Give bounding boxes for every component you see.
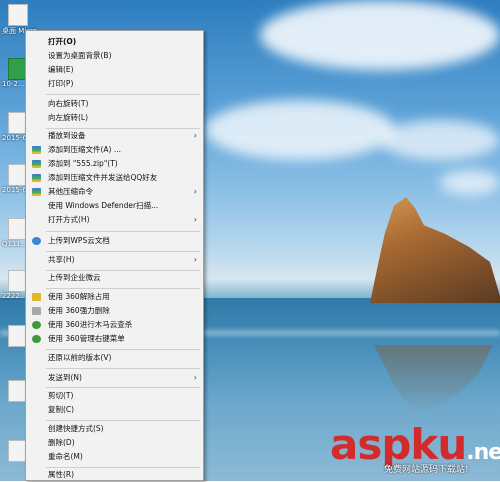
wps-cloud-icon [32, 237, 41, 245]
360-scan-icon [32, 321, 41, 329]
360-menu-icon [32, 335, 41, 343]
menu-item-label: 删除(D) [48, 438, 75, 447]
menu-item-label: 编辑(E) [48, 65, 74, 74]
menu-item-label: 复制(C) [48, 405, 75, 414]
menu-item-set-wallpaper[interactable]: 设置为桌面背景(B) [26, 49, 203, 63]
menu-item-label: 打开方式(H) [48, 215, 90, 224]
menu-item-label: 重命名(M) [48, 452, 83, 461]
menu-item-label: 使用 360强力删除 [48, 306, 110, 315]
menu-item-label: 使用 360管理右键菜单 [48, 334, 125, 343]
submenu-arrow-icon: › [193, 187, 197, 196]
cloud [440, 170, 500, 195]
menu-item-360-scan[interactable]: 使用 360进行木马云查杀 [26, 318, 203, 332]
menu-item-rotate-left[interactable]: 向左旋转(L) [26, 111, 203, 125]
menu-item-share[interactable]: 共享(H) › [26, 253, 203, 267]
menu-item-label: 使用 360解除占用 [48, 292, 110, 301]
menu-item-upload-wps[interactable]: 上传到WPS云文档 [26, 234, 203, 248]
menu-item-360-menu[interactable]: 使用 360管理右键菜单 [26, 332, 203, 346]
menu-item-label: 设置为桌面背景(B) [48, 51, 112, 60]
menu-item-defender-scan[interactable]: 使用 Windows Defender扫描... [26, 199, 203, 213]
menu-item-360-delete[interactable]: 使用 360强力删除 [26, 304, 203, 318]
menu-item-other-compress[interactable]: 其他压缩命令 › [26, 185, 203, 199]
menu-item-label: 上传到WPS云文档 [48, 236, 110, 245]
menu-item-upload-weiyun[interactable]: 上传到企业微云 [26, 271, 203, 285]
menu-item-label: 播放到设备 [48, 131, 86, 140]
zip-icon [32, 174, 41, 182]
cloud [205, 100, 395, 160]
menu-separator [46, 94, 200, 95]
desktop-icon-label: 10-2... [2, 80, 25, 88]
cloud [260, 0, 500, 70]
watermark-tld: .net [466, 440, 500, 465]
menu-separator [46, 231, 200, 232]
menu-item-label: 还原以前的版本(V) [48, 353, 112, 362]
menu-item-360-unlock[interactable]: 使用 360解除占用 [26, 290, 203, 304]
menu-item-label: 添加到压缩文件并发送给QQ好友 [48, 173, 158, 182]
menu-item-label: 添加到压缩文件(A) ... [48, 145, 122, 154]
menu-separator [46, 251, 200, 252]
menu-separator [46, 288, 200, 289]
menu-item-label: 属性(R) [48, 470, 75, 479]
zip-icon [32, 146, 41, 154]
menu-item-label: 上传到企业微云 [48, 273, 101, 282]
context-menu: 打开(O) 设置为桌面背景(B) 编辑(E) 打印(P) 向右旋转(T) 向左旋… [25, 30, 204, 481]
menu-item-edit[interactable]: 编辑(E) [26, 63, 203, 77]
menu-separator [46, 387, 200, 388]
menu-item-label: 剪切(T) [48, 391, 74, 400]
menu-item-label: 使用 Windows Defender扫描... [48, 201, 159, 210]
menu-item-label: 向左旋转(L) [48, 113, 89, 122]
menu-item-open[interactable]: 打开(O) [26, 35, 203, 49]
menu-item-restore-versions[interactable]: 还原以前的版本(V) [26, 351, 203, 365]
menu-item-rotate-right[interactable]: 向右旋转(T) [26, 97, 203, 111]
rock-formation [370, 197, 500, 303]
submenu-arrow-icon: › [193, 131, 197, 140]
desktop-file-icon[interactable] [8, 4, 28, 26]
zip-icon [32, 160, 41, 168]
360-delete-icon [32, 307, 41, 315]
360-unlock-icon [32, 293, 41, 301]
menu-item-print[interactable]: 打印(P) [26, 77, 203, 91]
menu-item-copy[interactable]: 复制(C) [26, 403, 203, 417]
menu-item-label: 打印(P) [48, 79, 74, 88]
menu-item-label: 向右旋转(T) [48, 99, 89, 108]
menu-item-label: 创建快捷方式(S) [48, 424, 104, 433]
menu-item-label: 发送到(N) [48, 373, 82, 382]
watermark-tagline: 免费网站源码下载站! [384, 465, 469, 475]
menu-item-delete[interactable]: 删除(D) [26, 436, 203, 450]
menu-item-cast-to-device[interactable]: 播放到设备 › [26, 129, 203, 143]
menu-separator [46, 420, 200, 421]
submenu-arrow-icon: › [193, 255, 197, 264]
menu-item-label: 共享(H) [48, 255, 75, 264]
menu-item-label: 使用 360进行木马云查杀 [48, 320, 133, 329]
menu-separator [46, 368, 200, 369]
desktop-icon-label: 2222... [2, 292, 27, 300]
cloud [380, 120, 500, 160]
menu-item-label: 添加到 "555.zip"(T) [48, 159, 118, 168]
zip-icon [32, 188, 41, 196]
menu-item-label: 打开(O) [48, 37, 77, 46]
menu-item-compress-send-qq[interactable]: 添加到压缩文件并发送给QQ好友 [26, 171, 203, 185]
submenu-arrow-icon: › [193, 373, 197, 382]
menu-item-label: 其他压缩命令 [48, 187, 93, 196]
menu-item-rename[interactable]: 重命名(M) [26, 450, 203, 464]
menu-item-add-to-zip[interactable]: 添加到 "555.zip"(T) [26, 157, 203, 171]
menu-item-send-to[interactable]: 发送到(N) › [26, 371, 203, 385]
menu-item-open-with[interactable]: 打开方式(H) › [26, 213, 203, 227]
menu-item-cut[interactable]: 剪切(T) [26, 389, 203, 403]
menu-separator [46, 349, 200, 350]
desktop-icon-label: Q111... [2, 240, 28, 248]
menu-item-add-to-archive[interactable]: 添加到压缩文件(A) ... [26, 143, 203, 157]
menu-item-create-shortcut[interactable]: 创建快捷方式(S) [26, 422, 203, 436]
menu-item-properties[interactable]: 属性(R) [26, 468, 203, 482]
submenu-arrow-icon: › [193, 215, 197, 224]
